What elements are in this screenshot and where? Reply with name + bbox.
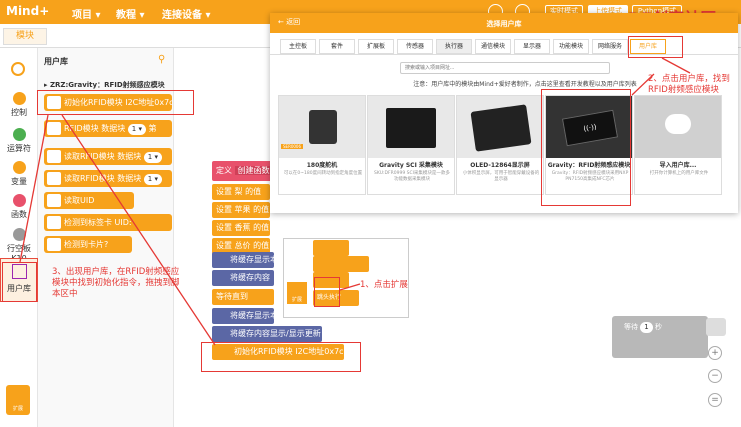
annotation-arrows bbox=[19, 57, 691, 346]
